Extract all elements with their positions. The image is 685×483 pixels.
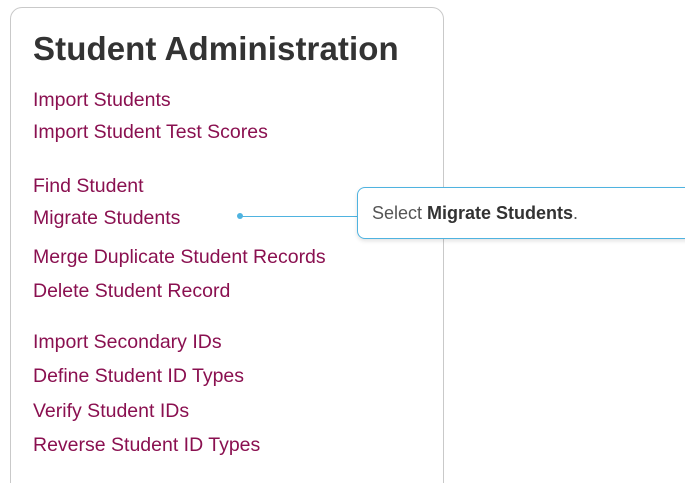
callout-connector-line	[241, 216, 358, 217]
link-reverse-student-id-types[interactable]: Reverse Student ID Types	[33, 434, 260, 457]
student-administration-panel: Student Administration Import Students I…	[10, 7, 444, 483]
link-verify-student-ids[interactable]: Verify Student IDs	[33, 400, 189, 423]
link-migrate-students[interactable]: Migrate Students	[33, 207, 180, 230]
link-import-student-test-scores[interactable]: Import Student Test Scores	[33, 121, 268, 144]
callout-suffix: .	[573, 203, 579, 223]
link-import-secondary-ids[interactable]: Import Secondary IDs	[33, 331, 222, 354]
callout-emphasis: Migrate Students	[427, 203, 574, 223]
panel-title: Student Administration	[33, 30, 399, 67]
link-merge-duplicate-student-records[interactable]: Merge Duplicate Student Records	[33, 246, 326, 269]
callout-prefix: Select	[372, 203, 428, 223]
link-define-student-id-types[interactable]: Define Student ID Types	[33, 365, 244, 388]
link-find-student[interactable]: Find Student	[33, 175, 144, 198]
screen: Student Administration Import Students I…	[0, 0, 685, 483]
link-import-students[interactable]: Import Students	[33, 89, 171, 112]
instruction-callout: Select Migrate Students.	[357, 187, 685, 239]
link-delete-student-record[interactable]: Delete Student Record	[33, 280, 230, 303]
